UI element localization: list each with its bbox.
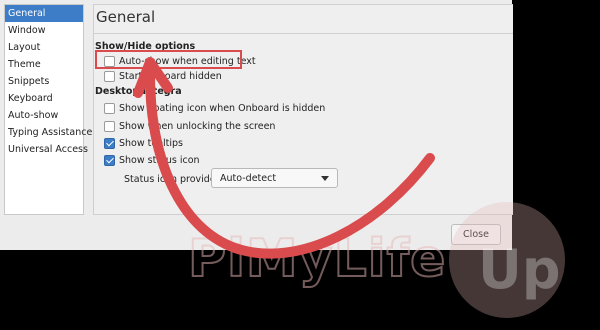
- sidebar-item-theme[interactable]: Theme: [5, 56, 83, 73]
- status-icon-checkbox[interactable]: [104, 154, 115, 166]
- unlocking-option[interactable]: Show when unlocking the screen: [104, 119, 275, 133]
- unlocking-checkbox[interactable]: [104, 120, 115, 132]
- start-hidden-label: Start Onboard hidden: [119, 70, 222, 82]
- settings-panel: General Show/Hide options Auto-show when…: [93, 4, 513, 215]
- unlocking-label: Show when unlocking the screen: [119, 120, 276, 132]
- sidebar: General Window Layout Theme Snippets Key…: [4, 4, 92, 215]
- start-hidden-checkbox[interactable]: [104, 70, 115, 82]
- status-icon-option[interactable]: Show status icon: [104, 153, 200, 167]
- status-icon-provider-dropdown[interactable]: Auto-detect: [211, 168, 338, 188]
- tooltips-label: Show tooltips: [119, 137, 183, 149]
- close-button[interactable]: Close: [451, 224, 501, 245]
- floating-icon-option[interactable]: Show floating icon when Onboard is hidde…: [104, 101, 325, 115]
- status-icon-provider-label: Status icon provider:: [124, 174, 223, 185]
- auto-show-label: Auto-show when editing text: [119, 55, 256, 67]
- sidebar-item-general[interactable]: General: [5, 5, 83, 22]
- section-title-show-hide: Show/Hide options: [95, 41, 196, 52]
- sidebar-item-window[interactable]: Window: [5, 22, 83, 39]
- floating-icon-checkbox[interactable]: [104, 102, 115, 114]
- provider-selected-value: Auto-detect: [220, 172, 277, 184]
- sidebar-item-auto-show[interactable]: Auto-show: [5, 107, 83, 124]
- sidebar-item-universal-access[interactable]: Universal Access: [5, 141, 88, 158]
- status-icon-label: Show status icon: [119, 154, 200, 166]
- tooltips-option[interactable]: Show tooltips: [104, 136, 183, 150]
- page-title: General: [96, 8, 156, 26]
- sidebar-item-typing-assistance[interactable]: Typing Assistance: [5, 124, 92, 141]
- title-divider: [94, 33, 513, 34]
- chevron-down-icon: [321, 176, 329, 181]
- preferences-window: General Window Layout Theme Snippets Key…: [0, 0, 513, 250]
- auto-show-checkbox[interactable]: [104, 55, 115, 67]
- section-title-desktop: Desktop Integra: [95, 86, 182, 97]
- sidebar-item-snippets[interactable]: Snippets: [5, 73, 83, 90]
- sidebar-item-layout[interactable]: Layout: [5, 39, 83, 56]
- start-hidden-option[interactable]: Start Onboard hidden: [104, 69, 222, 83]
- auto-show-option[interactable]: Auto-show when editing text: [104, 54, 256, 68]
- tooltips-checkbox[interactable]: [104, 137, 115, 149]
- sidebar-item-keyboard[interactable]: Keyboard: [5, 90, 83, 107]
- floating-icon-label: Show floating icon when Onboard is hidde…: [119, 102, 326, 114]
